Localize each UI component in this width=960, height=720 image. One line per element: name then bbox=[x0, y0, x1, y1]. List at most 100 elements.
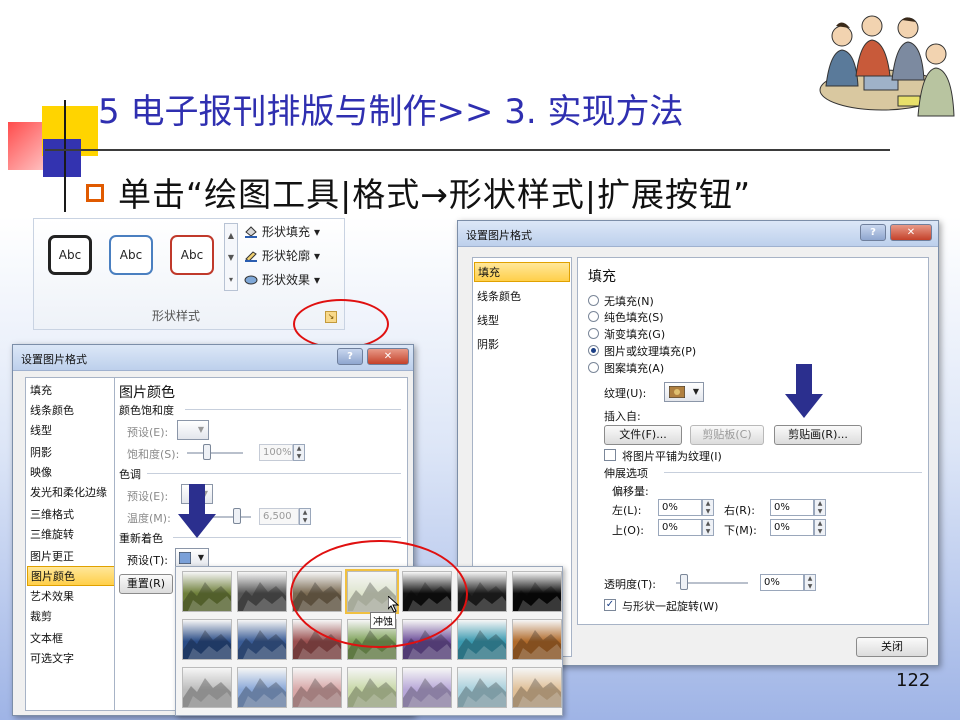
nav-item-picture-corrections[interactable]: 图片更正 bbox=[30, 548, 74, 564]
close-icon[interactable]: ✕ bbox=[890, 224, 932, 241]
transparency-spinner[interactable]: ▲ ▼ bbox=[804, 574, 816, 591]
radio-gradient-fill[interactable] bbox=[588, 328, 599, 339]
shape-style-sample-2[interactable]: Abc bbox=[109, 235, 153, 275]
close-icon[interactable]: ✕ bbox=[367, 348, 409, 365]
saturation-label: 饱和度(S): bbox=[127, 448, 180, 461]
saturation-section-label: 颜色饱和度 bbox=[119, 404, 174, 417]
close-dialog-button[interactable]: 关闭 bbox=[856, 637, 928, 657]
recolor-thumbnail[interactable] bbox=[402, 667, 452, 708]
highlight-ring-gallery bbox=[290, 540, 468, 648]
top-offset-spinner[interactable]: ▲ ▼ bbox=[702, 519, 714, 536]
recolor-thumbnail[interactable] bbox=[237, 619, 287, 660]
shape-effects-label: 形状效果 bbox=[262, 273, 311, 287]
recolor-preset-dropdown[interactable]: ▼ bbox=[175, 548, 209, 568]
nav-item-glow[interactable]: 发光和柔化边缘 bbox=[30, 484, 107, 500]
insert-from-label: 插入自: bbox=[604, 410, 641, 423]
nav-item-line-color[interactable]: 线条颜色 bbox=[477, 288, 521, 304]
nav-item-shadow[interactable]: 阴影 bbox=[477, 336, 499, 352]
shape-style-sample-1[interactable]: Abc bbox=[48, 235, 92, 275]
temperature-input[interactable]: 6,500 bbox=[259, 508, 299, 525]
nav-item-reflection[interactable]: 映像 bbox=[30, 464, 52, 480]
recolor-thumbnail[interactable] bbox=[457, 619, 507, 660]
nav-item-3d-format[interactable]: 三维格式 bbox=[30, 506, 74, 522]
radio-pattern-fill[interactable] bbox=[588, 362, 599, 373]
bottom-offset-spinner[interactable]: ▲ ▼ bbox=[814, 519, 826, 536]
nav-item-alt-text[interactable]: 可选文字 bbox=[30, 650, 74, 666]
radio-picture-fill-label: 图片或纹理填充(P) bbox=[604, 345, 697, 358]
nav-item-line-style[interactable]: 线型 bbox=[477, 312, 499, 328]
reset-button[interactable]: 重置(R) bbox=[119, 574, 173, 594]
saturation-slider-track[interactable] bbox=[187, 452, 243, 454]
scroll-up-icon[interactable]: ▲ bbox=[228, 231, 234, 240]
chevron-down-icon: ▾ bbox=[314, 248, 321, 263]
saturation-preset-dropdown[interactable]: ▼ bbox=[177, 420, 209, 440]
recolor-thumbnail[interactable] bbox=[237, 667, 287, 708]
highlight-ring-launcher bbox=[293, 299, 389, 349]
recolor-thumbnail[interactable] bbox=[512, 571, 562, 612]
bottom-offset-input[interactable]: 0% bbox=[770, 519, 814, 536]
nav-item-shadow[interactable]: 阴影 bbox=[30, 444, 52, 460]
panel-heading: 填充 bbox=[588, 269, 616, 285]
nav-item-line-style[interactable]: 线型 bbox=[30, 422, 52, 438]
saturation-preset-label: 预设(E): bbox=[127, 426, 169, 439]
temperature-spinner[interactable]: ▲ ▼ bbox=[299, 508, 311, 525]
tile-checkbox[interactable] bbox=[604, 449, 616, 461]
shape-fill-button[interactable]: 形状填充 ▾ bbox=[244, 223, 320, 240]
help-icon[interactable]: ? bbox=[337, 348, 363, 365]
help-icon[interactable]: ? bbox=[860, 224, 886, 241]
transparency-input[interactable]: 0% bbox=[760, 574, 804, 591]
recolor-thumbnail[interactable] bbox=[182, 619, 232, 660]
recolor-thumbnail[interactable] bbox=[512, 619, 562, 660]
recolor-thumbnail[interactable] bbox=[182, 571, 232, 612]
nav-item-fill[interactable]: 填充 bbox=[474, 262, 570, 282]
nav-item-crop[interactable]: 裁剪 bbox=[30, 608, 52, 624]
nav-item-picture-color[interactable]: 图片颜色 bbox=[27, 566, 115, 586]
saturation-spinner[interactable]: ▲ ▼ bbox=[293, 444, 305, 461]
section-divider bbox=[147, 473, 401, 474]
right-offset-input[interactable]: 0% bbox=[770, 499, 814, 516]
arrow-down-icon bbox=[785, 364, 823, 418]
nav-item-3d-rotation[interactable]: 三维旋转 bbox=[30, 526, 74, 542]
deco-vertical-line bbox=[64, 100, 66, 212]
shape-outline-button[interactable]: 形状轮廓 ▾ bbox=[244, 247, 320, 264]
rotate-with-shape-checkbox[interactable]: ✓ bbox=[604, 599, 616, 611]
insert-clipboard-button[interactable]: 剪贴板(C) bbox=[690, 425, 764, 445]
shape-effects-button[interactable]: 形状效果 ▾ bbox=[244, 271, 320, 288]
right-offset-spinner[interactable]: ▲ ▼ bbox=[814, 499, 826, 516]
recolor-thumbnail[interactable] bbox=[347, 667, 397, 708]
recolor-thumbnail[interactable] bbox=[182, 667, 232, 708]
insert-file-button[interactable]: 文件(F)... bbox=[604, 425, 682, 445]
radio-solid-fill[interactable] bbox=[588, 311, 599, 322]
tone-section-label: 色调 bbox=[119, 468, 141, 481]
stretch-options-label: 伸展选项 bbox=[604, 467, 648, 480]
left-offset-input[interactable]: 0% bbox=[658, 499, 702, 516]
scroll-down-icon[interactable]: ▼ bbox=[228, 253, 234, 262]
fill-panel: 填充 无填充(N) 纯色填充(S) 渐变填充(G) 图片或纹理填充(P) 图案填… bbox=[577, 257, 929, 625]
radio-no-fill[interactable] bbox=[588, 295, 599, 306]
top-offset-input[interactable]: 0% bbox=[658, 519, 702, 536]
saturation-slider-thumb[interactable] bbox=[203, 444, 211, 460]
nav-item-artistic-effects[interactable]: 艺术效果 bbox=[30, 588, 74, 604]
left-offset-spinner[interactable]: ▲ ▼ bbox=[702, 499, 714, 516]
radio-picture-fill[interactable] bbox=[588, 345, 599, 356]
panel-heading: 图片颜色 bbox=[119, 385, 175, 401]
saturation-input[interactable]: 100% bbox=[259, 444, 293, 461]
recolor-thumbnail[interactable] bbox=[237, 571, 287, 612]
slide-title: 5 电子报刊排版与制作>> 3. 实现方法 bbox=[98, 92, 684, 132]
style-gallery-scroll[interactable]: ▲ ▼ ▾ bbox=[224, 223, 238, 291]
recolor-thumbnail[interactable] bbox=[512, 667, 562, 708]
temperature-slider-thumb[interactable] bbox=[233, 508, 241, 524]
transparency-label: 透明度(T): bbox=[604, 578, 657, 591]
transparency-slider-thumb[interactable] bbox=[680, 574, 688, 590]
shape-outline-label: 形状轮廓 bbox=[262, 249, 311, 263]
texture-dropdown[interactable]: ▼ bbox=[664, 382, 704, 402]
nav-item-line-color[interactable]: 线条颜色 bbox=[30, 402, 74, 418]
gallery-more-icon[interactable]: ▾ bbox=[229, 275, 233, 284]
nav-item-text-box[interactable]: 文本框 bbox=[30, 630, 63, 646]
recolor-thumbnail[interactable] bbox=[457, 667, 507, 708]
arrow-down-icon bbox=[178, 484, 216, 538]
nav-item-fill[interactable]: 填充 bbox=[30, 382, 52, 398]
shape-style-sample-3[interactable]: Abc bbox=[170, 235, 214, 275]
insert-clipart-button[interactable]: 剪贴画(R)... bbox=[774, 425, 862, 445]
recolor-thumbnail[interactable] bbox=[292, 667, 342, 708]
